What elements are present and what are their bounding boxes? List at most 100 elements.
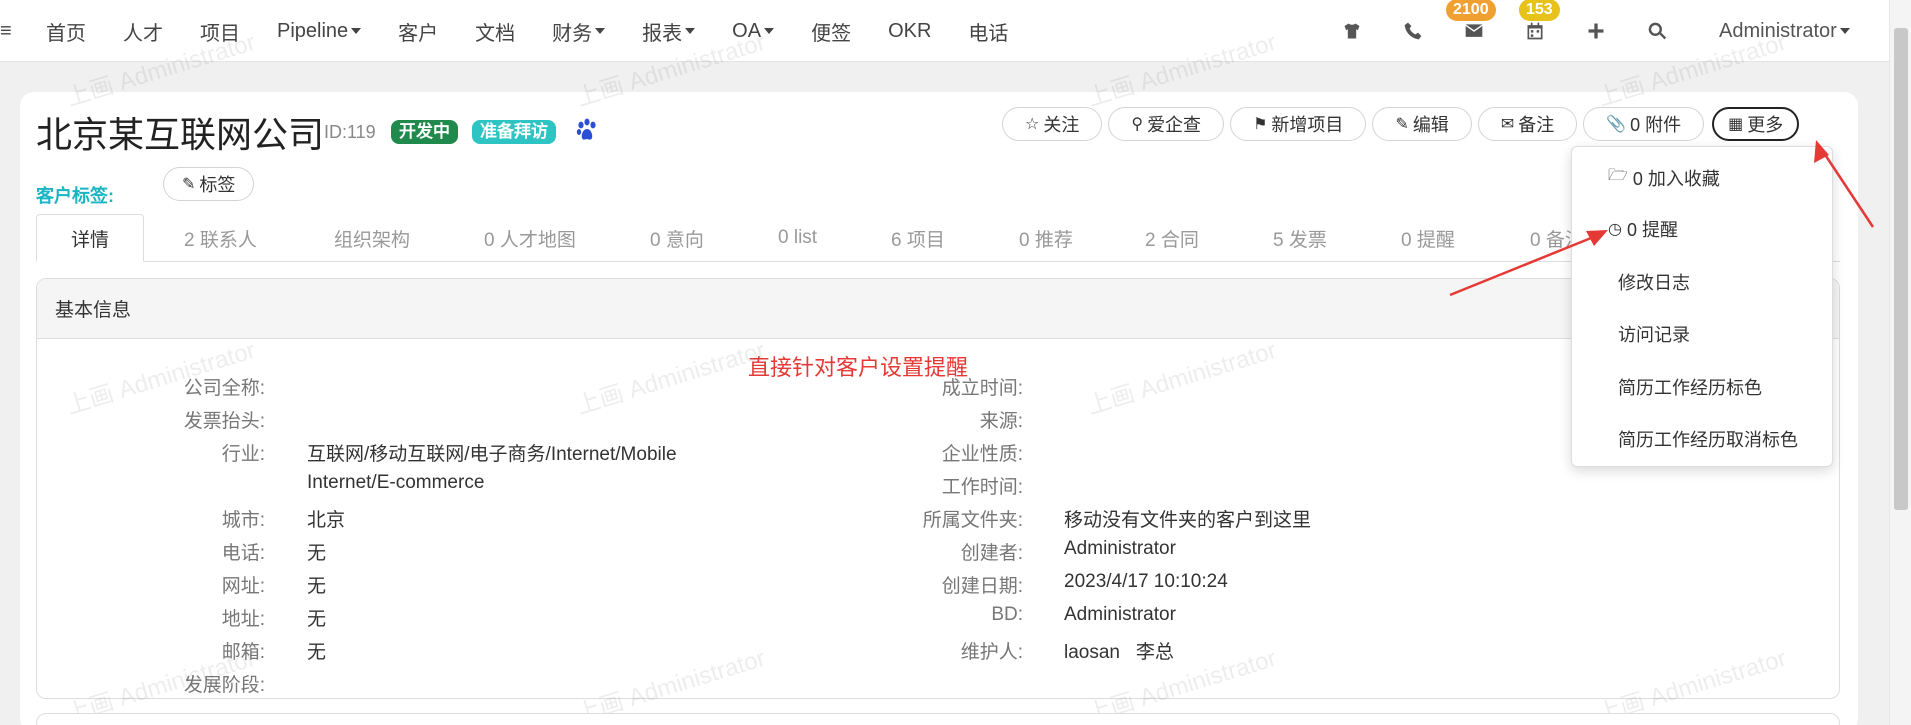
- comments-icon: ✉: [1500, 116, 1515, 133]
- star-icon: ☆: [1025, 116, 1040, 133]
- tab-recommendations[interactable]: 0 推荐: [1019, 214, 1073, 262]
- phone-value: 无: [307, 543, 327, 564]
- menu-item-favorite[interactable]: 🗁 0 加入收藏: [1608, 164, 1720, 191]
- plus-icon[interactable]: [1584, 19, 1608, 43]
- more-dropdown-menu: 🗁 0 加入收藏 ◷ 0 提醒 修改日志 访问记录 简历工作经历标色 简历工作经历取…: [1571, 146, 1833, 467]
- tag-icon: ⚑: [1253, 116, 1268, 133]
- bd-value: Administrator: [1064, 604, 1176, 625]
- pencil-icon: ✎: [182, 176, 196, 193]
- menu-item-resume-uncolor[interactable]: 简历工作经历取消标色: [1618, 426, 1798, 452]
- nav-item-phone[interactable]: 电话: [968, 17, 1008, 46]
- email-value: 无: [307, 642, 327, 663]
- nav-item-reports[interactable]: 报表: [642, 17, 696, 46]
- folder-value: 移动没有文件夹的客户到这里: [1064, 510, 1312, 531]
- chevron-down-icon: [1839, 28, 1850, 34]
- label-invoice-title: 发票抬头:: [183, 411, 265, 432]
- nav-item-okr[interactable]: OKR: [888, 20, 931, 43]
- company-id: ID:119: [324, 122, 376, 142]
- chevron-down-icon: [685, 28, 696, 34]
- label-city: 城市:: [221, 510, 265, 531]
- label-creator: 创建者:: [960, 543, 1023, 564]
- industry-value-line1: 互联网/移动互联网/电子商务/Internet/Mobile: [307, 444, 677, 465]
- nav-item-talent[interactable]: 人才: [123, 17, 163, 46]
- label-industry: 行业:: [221, 444, 265, 465]
- mail-icon[interactable]: 2100: [1446, 0, 1496, 43]
- edit-button[interactable]: ✎ 编辑: [1372, 107, 1472, 141]
- action-toolbar: ☆ 关注 ⚲ 爱企查 ⚑ 新增项目 ✎ 编辑 ✉ 备注 📎 0 附件 ▦ 更多: [1002, 107, 1805, 141]
- customer-tags-label: 客户标签:: [36, 186, 114, 206]
- label-phone: 电话:: [221, 543, 265, 564]
- tab-projects[interactable]: 6 项目: [891, 214, 945, 262]
- tab-talent-map[interactable]: 0 人才地图: [484, 214, 576, 262]
- tab-reminders[interactable]: 0 提醒: [1401, 214, 1455, 262]
- chevron-down-icon: [764, 28, 775, 34]
- label-bd: BD:: [991, 604, 1023, 625]
- phone-icon[interactable]: [1401, 19, 1425, 43]
- nav-item-projects[interactable]: 项目: [200, 17, 240, 46]
- company-name: 北京某互联网公司: [36, 114, 325, 155]
- aiqicha-button[interactable]: ⚲ 爱企查: [1108, 107, 1225, 141]
- nav-item-finance[interactable]: 财务: [552, 17, 606, 46]
- label-development-stage: 发展阶段:: [183, 675, 265, 696]
- label-website: 网址:: [221, 576, 265, 597]
- add-project-button[interactable]: ⚑ 新增项目: [1230, 107, 1367, 141]
- tab-details[interactable]: 详情: [36, 214, 144, 262]
- nav-item-oa[interactable]: OA: [732, 20, 775, 43]
- menu-item-reminder[interactable]: ◷ 0 提醒: [1608, 216, 1678, 242]
- nav-toolbar: 2100 153 Administrator: [1340, 0, 1850, 62]
- menu-item-visit-log[interactable]: 访问记录: [1618, 321, 1690, 347]
- page-scrollbar[interactable]: [1889, 0, 1911, 725]
- label-created-date: 创建日期:: [941, 576, 1023, 597]
- more-button[interactable]: ▦ 更多: [1712, 107, 1800, 141]
- grid-icon: ▦: [1728, 116, 1744, 133]
- scrollbar-thumb[interactable]: [1894, 28, 1908, 510]
- label-email: 邮箱:: [221, 642, 265, 663]
- folder-open-icon: 🗁: [1608, 167, 1628, 184]
- tag-button[interactable]: ✎ 标签: [163, 167, 255, 201]
- note-button[interactable]: ✉ 备注: [1477, 107, 1578, 141]
- chevron-down-icon: [595, 28, 606, 34]
- user-menu[interactable]: Administrator: [1719, 20, 1850, 43]
- menu-item-resume-color[interactable]: 简历工作经历标色: [1618, 374, 1762, 400]
- label-company-fullname: 公司全称:: [183, 378, 265, 399]
- clock-icon: ◷: [1608, 221, 1622, 238]
- main-menu: 首页 人才 项目 Pipeline 客户 文档 财务 报表 OA 便签 OKR …: [46, 0, 1045, 62]
- baidu-paw-icon[interactable]: [576, 118, 598, 142]
- nav-item-home[interactable]: 首页: [46, 17, 86, 46]
- nav-item-notes[interactable]: 便签: [811, 17, 851, 46]
- calendar-count-badge: 153: [1519, 0, 1560, 21]
- attachments-button[interactable]: 📎 0 附件: [1583, 107, 1705, 141]
- city-value: 北京: [307, 510, 346, 531]
- status-badge: 开发中: [391, 120, 458, 144]
- created-date-value: 2023/4/17 10:10:24: [1064, 571, 1228, 592]
- tab-contacts[interactable]: 2 联系人: [184, 214, 257, 262]
- nav-item-documents[interactable]: 文档: [475, 17, 515, 46]
- calendar-icon[interactable]: 153: [1519, 0, 1560, 43]
- tab-contracts[interactable]: 2 合同: [1145, 214, 1199, 262]
- basic-info-header: 基本信息: [37, 279, 1839, 339]
- nav-item-pipeline[interactable]: Pipeline: [277, 20, 362, 43]
- hamburger-icon[interactable]: ≡: [0, 19, 12, 43]
- website-value: 无: [307, 576, 327, 597]
- tab-intentions[interactable]: 0 意向: [650, 214, 704, 262]
- mail-count-badge: 2100: [1446, 0, 1496, 21]
- follow-button[interactable]: ☆ 关注: [1002, 107, 1103, 141]
- stage-badge: 准备拜访: [472, 120, 556, 144]
- maintainer-value: laosan 李总: [1064, 642, 1174, 663]
- industry-value-line2: Internet/E-commerce: [307, 472, 485, 493]
- address-value: 无: [307, 609, 327, 630]
- tshirt-icon[interactable]: [1340, 19, 1364, 43]
- label-address: 地址:: [221, 609, 265, 630]
- tab-invoices[interactable]: 5 发票: [1273, 214, 1327, 262]
- paperclip-icon: 📎: [1606, 116, 1627, 133]
- label-folder: 所属文件夹:: [922, 510, 1023, 531]
- creator-value: Administrator: [1064, 538, 1176, 559]
- search-icon[interactable]: [1645, 19, 1669, 43]
- nav-item-customers[interactable]: 客户: [398, 17, 438, 46]
- label-work-hours: 工作时间:: [941, 477, 1023, 498]
- menu-item-change-log[interactable]: 修改日志: [1618, 269, 1690, 295]
- detail-tabs: 详情 2 联系人 组织架构 0 人才地图 0 意向 0 list 6 项目 0 …: [36, 214, 1840, 262]
- tab-org-structure[interactable]: 组织架构: [334, 214, 410, 262]
- tab-list[interactable]: 0 list: [778, 214, 817, 262]
- search-icon: ⚲: [1131, 116, 1144, 133]
